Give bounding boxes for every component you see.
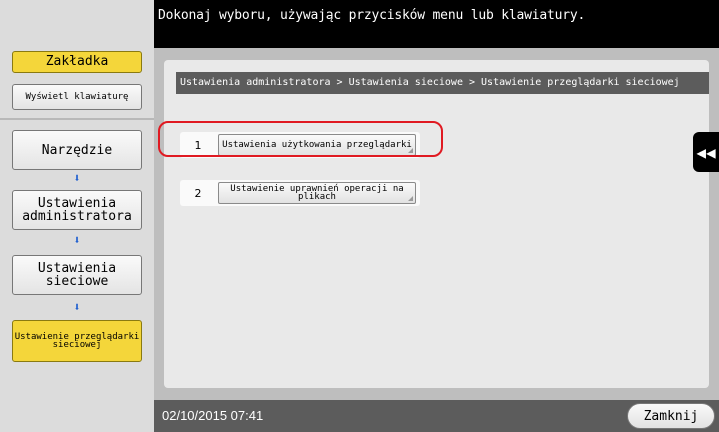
nav-admin-settings-button[interactable]: Ustawienia administratora [12,190,142,230]
selection-highlight [158,121,443,157]
instruction-bar: Dokonaj wyboru, używając przycisków menu… [154,0,719,48]
sidebar-footer [0,400,154,432]
arrow-down-icon: ⬇ [73,233,81,247]
main-area: Ustawienia administratora > Ustawienia s… [154,48,719,400]
screen: Zakładka Wyświetl klawiaturę Narzędzie ⬇… [0,0,719,432]
instruction-text: Dokonaj wyboru, używając przycisków menu… [158,8,586,23]
bookmark-tab[interactable]: Zakładka [12,51,142,73]
sidebar-divider [0,118,154,120]
status-bar: 02/10/2015 07:41 Zamknij [154,400,719,432]
collapse-handle-icon[interactable]: ◀◀ [693,132,719,172]
file-permissions-settings-button[interactable]: Ustawienie uprawnień operacji na plikach [218,182,416,204]
option-file-permissions: 2 Ustawienie uprawnień operacji na plika… [180,180,420,206]
nav-web-browser-settings-button[interactable]: Ustawienie przeglądarki sieciowej [12,320,142,362]
arrow-down-icon: ⬇ [73,171,81,185]
option-number: 2 [194,186,202,200]
settings-panel: Ustawienia administratora > Ustawienia s… [164,60,709,388]
show-keyboard-button[interactable]: Wyświetl klawiaturę [12,84,142,110]
close-button[interactable]: Zamknij [627,403,715,429]
datetime: 02/10/2015 07:41 [162,408,264,423]
breadcrumb: Ustawienia administratora > Ustawienia s… [176,72,709,94]
nav-network-settings-button[interactable]: Ustawienia sieciowe [12,255,142,295]
nav-tool-button[interactable]: Narzędzie [12,130,142,170]
arrow-down-icon: ⬇ [73,300,81,314]
sidebar: Zakładka Wyświetl klawiaturę Narzędzie ⬇… [0,0,154,432]
